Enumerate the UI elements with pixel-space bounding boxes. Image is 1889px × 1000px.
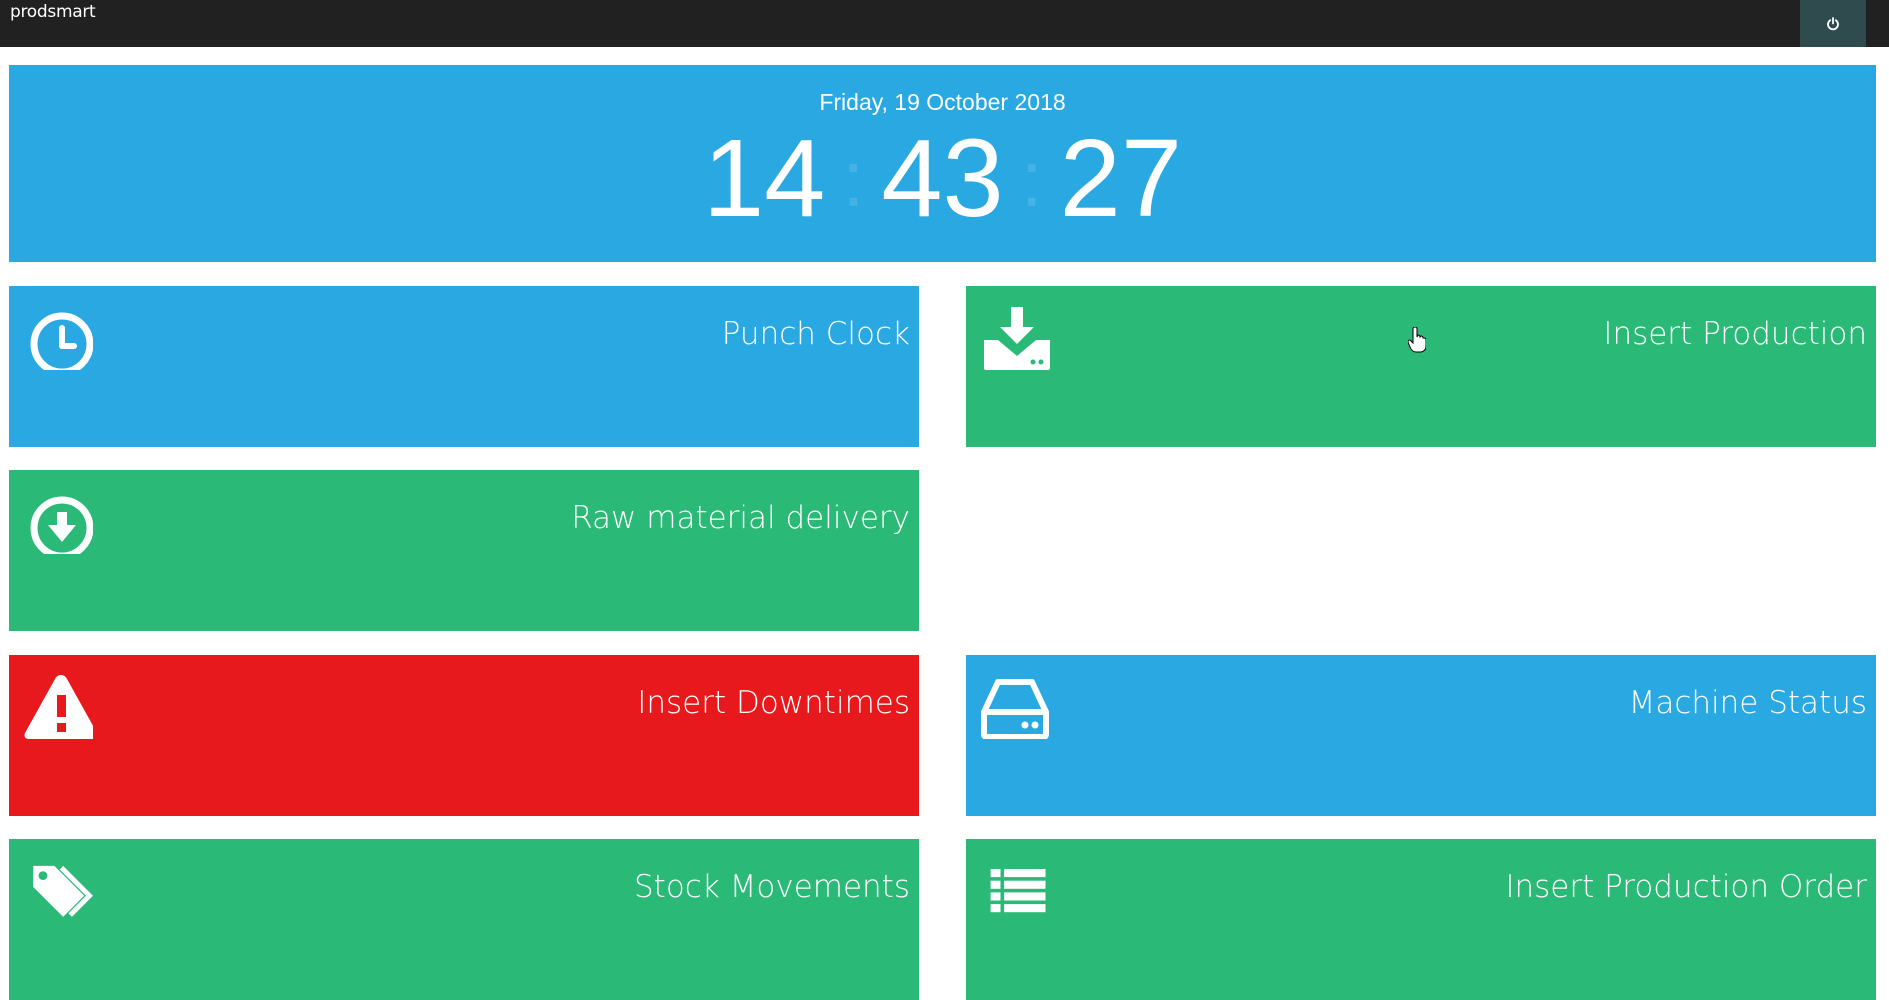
tile-label: Stock Movements [633, 869, 910, 905]
clock-separator: : [842, 134, 865, 223]
clock-hours: 14 [702, 117, 826, 240]
list-icon [990, 869, 1046, 913]
tile-label: Raw material delivery [571, 500, 910, 536]
warning-icon [24, 675, 93, 739]
tags-icon [33, 865, 93, 917]
clock-time: 14 : 43 : 27 [9, 117, 1876, 241]
tile-label: Machine Status [1628, 685, 1867, 721]
hand-cursor-icon [1408, 327, 1426, 353]
clock-panel: Friday, 19 October 2018 14 : 43 : 27 [9, 65, 1876, 262]
tile-label: Insert Downtimes [637, 685, 910, 721]
tile-label: Punch Clock [721, 316, 910, 352]
tile-insert-production-order[interactable]: Insert Production Order [966, 839, 1876, 1000]
tile-raw-material-delivery[interactable]: Raw material delivery [9, 470, 919, 631]
clock-icon [30, 312, 93, 370]
tile-label: Insert Production Order [1505, 869, 1867, 905]
tile-stock-movements[interactable]: Stock Movements [9, 839, 919, 1000]
arrow-circle-down-icon [30, 496, 93, 554]
clock-minutes: 43 [881, 117, 1004, 240]
power-icon [1827, 16, 1839, 30]
brand-logo: prodsmart [10, 2, 96, 22]
tile-insert-downtimes[interactable]: Insert Downtimes [9, 655, 919, 816]
tile-punch-clock[interactable]: Punch Clock [9, 286, 919, 447]
clock-date: Friday, 19 October 2018 [819, 89, 1066, 115]
clock-seconds: 27 [1059, 117, 1183, 240]
hard-drive-icon [981, 679, 1049, 739]
top-bar: prodsmart [0, 0, 1889, 47]
tile-machine-status[interactable]: Machine Status [966, 655, 1876, 816]
inbox-download-icon [984, 307, 1050, 370]
tile-insert-production[interactable]: Insert Production [966, 286, 1876, 447]
tile-label: Insert Production [1603, 316, 1867, 352]
power-button[interactable] [1800, 0, 1866, 47]
clock-separator: : [1020, 134, 1043, 223]
